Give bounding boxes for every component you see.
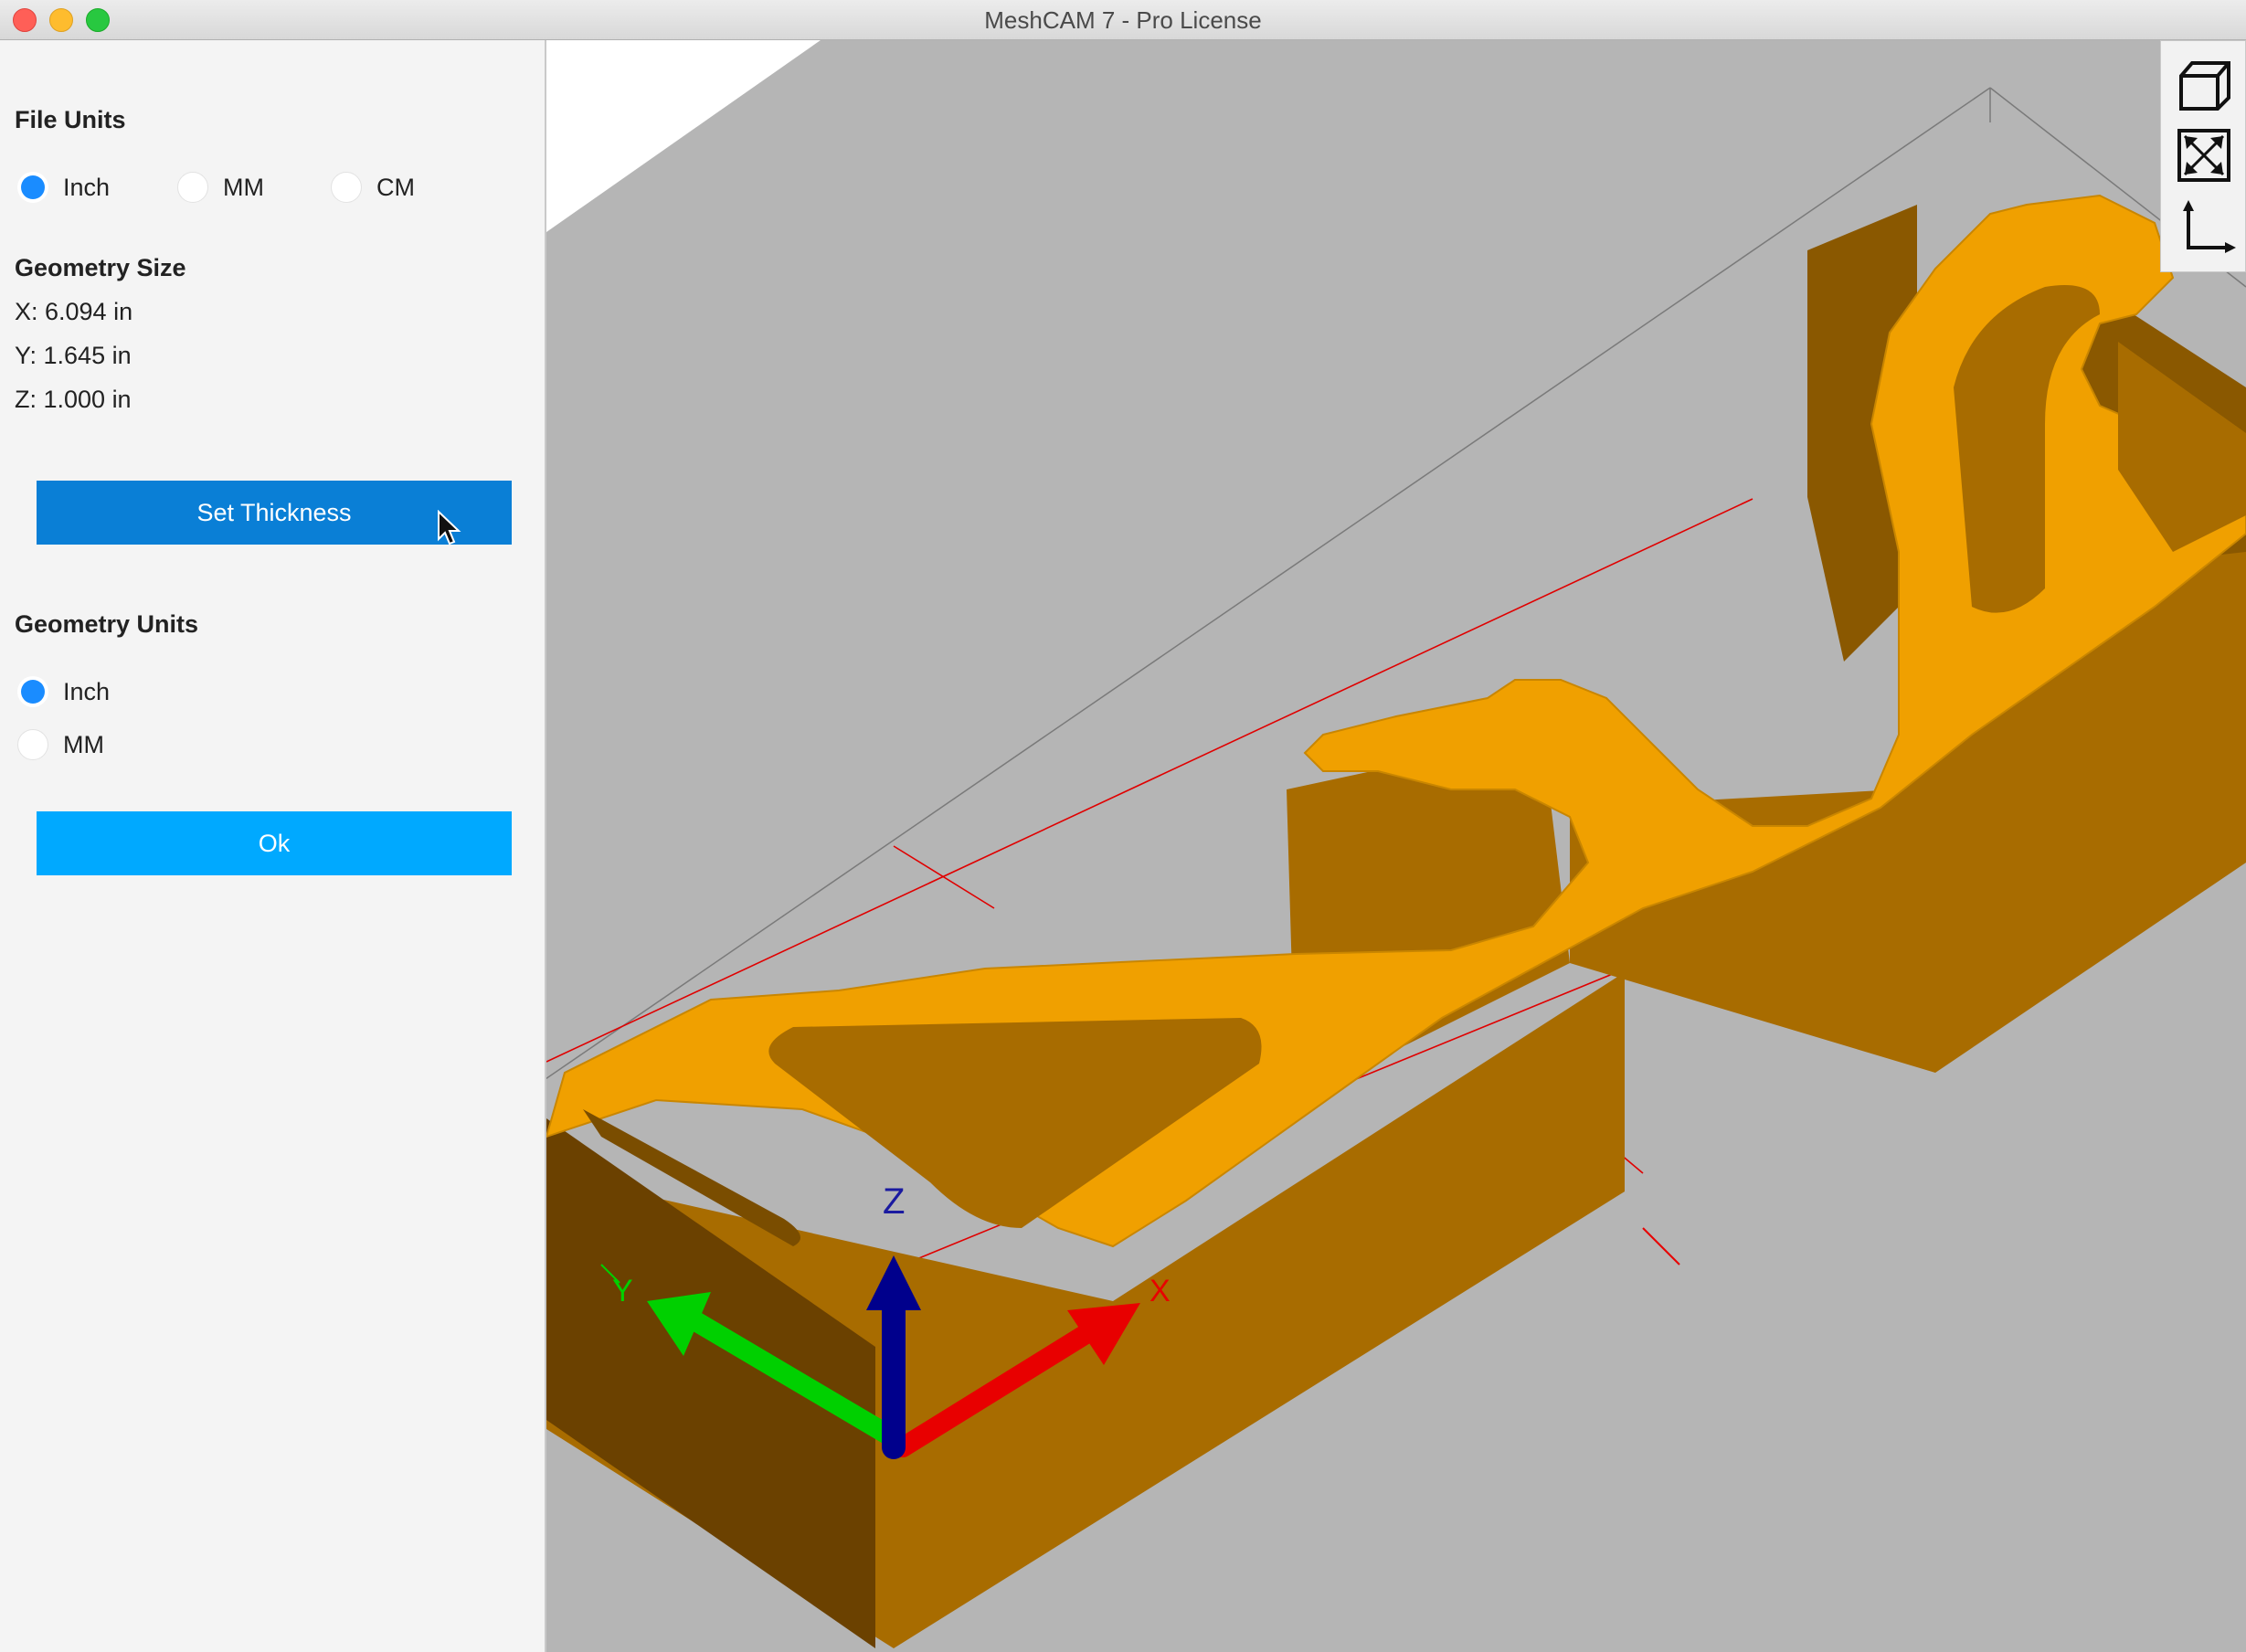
radio-unselected-icon: [17, 729, 48, 760]
file-units-mm-label: MM: [223, 173, 264, 201]
geometry-size-x: X: 6.094 in: [15, 298, 133, 325]
file-units-cm-label: CM: [376, 173, 415, 201]
radio-unselected-icon: [331, 172, 362, 203]
zoom-fit-icon[interactable]: [2172, 123, 2236, 187]
x-axis-tick: [1642, 1227, 1680, 1265]
geometry-size-z: Z: 1.000 in: [15, 386, 132, 413]
file-units-mm-radio[interactable]: MM: [177, 172, 264, 203]
geometry-panel: File Units Inch MM CM Geometry Size X: 6…: [0, 40, 546, 1652]
geometry-units-inch-radio[interactable]: Inch: [17, 676, 110, 707]
ok-button[interactable]: Ok: [37, 811, 512, 875]
viewport-background-corner: [546, 40, 821, 232]
geometry-units-inch-label: Inch: [63, 677, 111, 705]
y-axis-label: Y: [612, 1274, 633, 1308]
file-units-inch-radio[interactable]: Inch: [17, 172, 110, 203]
geometry-size-y: Y: 1.645 in: [15, 342, 132, 369]
window-title: MeshCAM 7 - Pro License: [984, 6, 1262, 34]
radio-selected-icon: [17, 172, 48, 203]
z-axis-label: Z: [883, 1181, 905, 1222]
file-units-inch-label: Inch: [63, 173, 111, 201]
model-top-face: [546, 194, 2246, 1248]
geometry-units-mm-radio[interactable]: MM: [17, 729, 104, 760]
3d-viewport[interactable]: Z Y X: [546, 40, 2246, 1652]
geometry-units-heading: Geometry Units: [15, 610, 199, 638]
x-axis-label: X: [1149, 1274, 1171, 1308]
file-units-heading: File Units: [15, 106, 126, 133]
view-toolbar: [2160, 40, 2246, 272]
mouse-pointer-icon: [438, 510, 461, 545]
file-units-cm-radio[interactable]: CM: [331, 172, 415, 203]
radio-unselected-icon: [177, 172, 208, 203]
geometry-units-mm-label: MM: [63, 730, 104, 758]
radio-selected-icon: [17, 676, 48, 707]
geometry-size-heading: Geometry Size: [15, 254, 186, 281]
title-bar: MeshCAM 7 - Pro License: [0, 0, 2246, 40]
axes-view-icon[interactable]: [2172, 196, 2236, 260]
iso-view-icon[interactable]: [2172, 50, 2236, 114]
